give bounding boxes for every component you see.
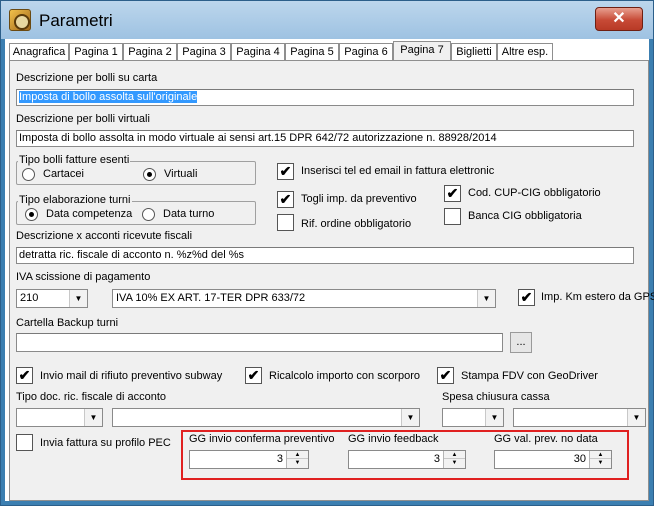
tab-pagina-4[interactable]: Pagina 4: [231, 43, 285, 61]
rif-ordine-label: Rif. ordine obbligatorio: [301, 218, 412, 230]
tipo-doc-code-combo[interactable]: ▼: [16, 408, 103, 427]
chevron-up-icon[interactable]: ▲: [590, 451, 611, 459]
inserisci-tel-checkbox[interactable]: ✔: [277, 163, 294, 180]
radio-data-turno[interactable]: [142, 208, 155, 221]
invio-mail-checkbox[interactable]: ✔: [16, 367, 33, 384]
chevron-up-icon[interactable]: ▲: [287, 451, 308, 459]
gg-val-prev-label: GG val. prev. no data: [494, 433, 598, 445]
rif-ordine-checkbox[interactable]: [277, 214, 294, 231]
chevron-down-icon[interactable]: ▼: [485, 409, 503, 426]
bolli-carta-input[interactable]: Imposta di bollo assolta sull'originale: [16, 89, 634, 106]
spesa-chiusura-label: Spesa chiusura cassa: [442, 391, 550, 403]
tab-pagina-3[interactable]: Pagina 3: [177, 43, 231, 61]
radio-data-turno-label: Data turno: [163, 208, 215, 220]
spin-buttons: ▲ ▼: [443, 451, 465, 468]
iva-description-value: IVA 10% EX ART. 17-TER DPR 633/72: [116, 292, 306, 304]
iva-scissione-label: IVA scissione di pagamento: [16, 271, 151, 283]
parametri-window: Parametri ✕ Anagrafica Pagina 1 Pagina 2…: [0, 0, 654, 506]
spesa-chiusura-description-combo[interactable]: ▼: [513, 408, 646, 427]
tipo-bolli-title: Tipo bolli fatture esenti: [18, 154, 131, 166]
inserisci-tel-label: Inserisci tel ed email in fattura elettr…: [301, 165, 495, 177]
cod-cup-checkbox[interactable]: ✔: [444, 185, 461, 202]
invia-pec-label: Invia fattura su profilo PEC: [40, 437, 171, 449]
descrizione-acconti-input[interactable]: detratta ric. fiscale di acconto n. %z%d…: [16, 247, 634, 264]
gg-conferma-label: GG invio conferma preventivo: [189, 433, 335, 445]
imp-km-label: Imp. Km estero da GPS: [541, 291, 654, 303]
browse-button[interactable]: ...: [510, 332, 532, 353]
spesa-chiusura-code-combo[interactable]: ▼: [442, 408, 504, 427]
invio-mail-label: Invio mail di rifiuto preventivo subway: [40, 370, 223, 382]
tipo-elaborazione-title: Tipo elaborazione turni: [18, 194, 132, 206]
cartella-backup-input[interactable]: [16, 333, 503, 352]
chevron-down-icon[interactable]: ▼: [401, 409, 419, 426]
ricalcolo-label: Ricalcolo importo con scorporo: [269, 370, 421, 382]
iva-code-combo[interactable]: 210 ▼: [16, 289, 88, 308]
chevron-down-icon[interactable]: ▼: [477, 290, 495, 307]
bolli-carta-label: Descrizione per bolli su carta: [16, 72, 158, 84]
tab-biglietti[interactable]: Biglietti: [451, 43, 497, 61]
chevron-down-icon[interactable]: ▼: [287, 459, 308, 467]
ricalcolo-checkbox[interactable]: ✔: [245, 367, 262, 384]
radio-cartacei-label: Cartacei: [43, 168, 84, 180]
gg-feedback-label: GG invio feedback: [348, 433, 439, 445]
banca-cig-label: Banca CIG obbligatoria: [468, 210, 582, 222]
spin-buttons: ▲ ▼: [286, 451, 308, 468]
app-icon: [9, 9, 31, 31]
radio-virtuali[interactable]: [143, 168, 156, 181]
tab-pagina-6[interactable]: Pagina 6: [339, 43, 393, 61]
bolli-virtuali-input[interactable]: Imposta di bollo assolta in modo virtual…: [16, 130, 634, 147]
tab-pagina-1[interactable]: Pagina 1: [69, 43, 123, 61]
gg-feedback-spinner[interactable]: 3 ▲ ▼: [348, 450, 466, 469]
chevron-down-icon[interactable]: ▼: [627, 409, 645, 426]
gg-conferma-value: 3: [276, 453, 283, 465]
chevron-down-icon[interactable]: ▼: [444, 459, 465, 467]
tab-altre-esp[interactable]: Altre esp.: [497, 43, 553, 61]
stampa-fdv-label: Stampa FDV con GeoDriver: [461, 370, 598, 382]
gg-val-prev-spinner[interactable]: 30 ▲ ▼: [494, 450, 612, 469]
chevron-down-icon[interactable]: ▼: [590, 459, 611, 467]
radio-data-competenza[interactable]: [25, 208, 38, 221]
chevron-down-icon[interactable]: ▼: [69, 290, 87, 307]
imp-km-checkbox[interactable]: ✔: [518, 289, 535, 306]
bolli-carta-value: Imposta di bollo assolta sull'originale: [19, 91, 198, 103]
togli-imp-label: Togli imp. da preventivo: [301, 193, 417, 205]
client-area: Anagrafica Pagina 1 Pagina 2 Pagina 3 Pa…: [5, 39, 654, 501]
gg-val-prev-value: 30: [573, 453, 586, 465]
descrizione-acconti-label: Descrizione x acconti ricevute fiscali: [16, 230, 193, 242]
tab-anagrafica[interactable]: Anagrafica: [9, 43, 69, 61]
bolli-virtuali-label: Descrizione per bolli virtuali: [16, 113, 150, 125]
tab-pagina-2[interactable]: Pagina 2: [123, 43, 177, 61]
banca-cig-checkbox[interactable]: [444, 208, 461, 225]
title-bar[interactable]: Parametri ✕: [1, 1, 653, 39]
window-title: Parametri: [39, 11, 113, 30]
tab-panel-pagina-7: Descrizione per bolli su carta Imposta d…: [9, 60, 654, 501]
stampa-fdv-checkbox[interactable]: ✔: [437, 367, 454, 384]
tab-pagina-5[interactable]: Pagina 5: [285, 43, 339, 61]
gg-feedback-value: 3: [433, 453, 440, 465]
tipo-doc-label: Tipo doc. ric. fiscale di acconto: [16, 391, 166, 403]
cartella-backup-label: Cartella Backup turni: [16, 317, 119, 329]
radio-cartacei[interactable]: [22, 168, 35, 181]
spin-buttons: ▲ ▼: [589, 451, 611, 468]
radio-data-competenza-label: Data competenza: [46, 208, 133, 220]
close-button[interactable]: ✕: [595, 7, 643, 31]
iva-description-combo[interactable]: IVA 10% EX ART. 17-TER DPR 633/72 ▼: [112, 289, 496, 308]
tipo-doc-description-combo[interactable]: ▼: [112, 408, 420, 427]
togli-imp-checkbox[interactable]: ✔: [277, 191, 294, 208]
chevron-up-icon[interactable]: ▲: [444, 451, 465, 459]
gg-conferma-spinner[interactable]: 3 ▲ ▼: [189, 450, 309, 469]
chevron-down-icon[interactable]: ▼: [84, 409, 102, 426]
invia-pec-checkbox[interactable]: [16, 434, 33, 451]
cod-cup-label: Cod. CUP-CIG obbligatorio: [468, 187, 601, 199]
radio-virtuali-label: Virtuali: [164, 168, 198, 180]
iva-code-value: 210: [20, 292, 39, 304]
